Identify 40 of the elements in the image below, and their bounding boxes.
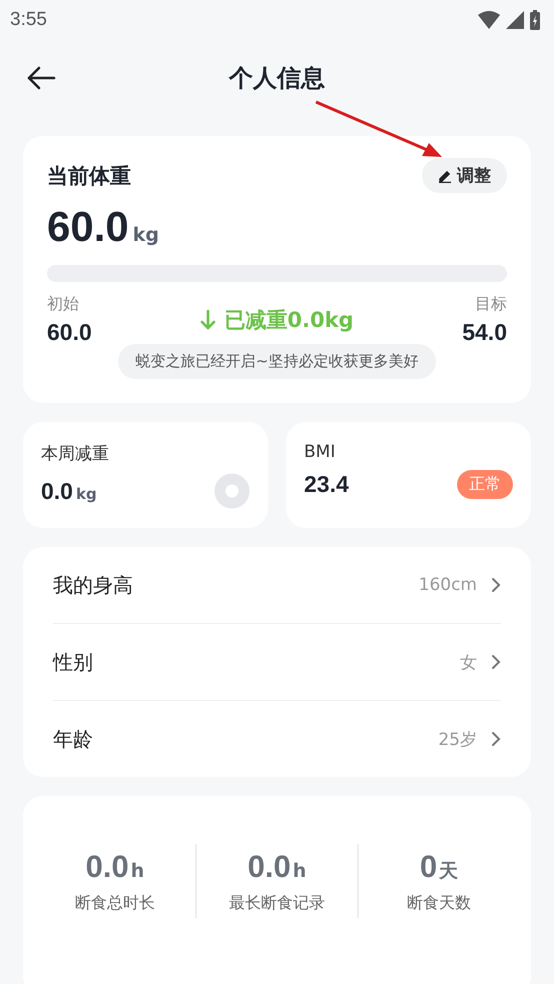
- ring-icon: [214, 473, 250, 509]
- stat-unit: h: [130, 860, 144, 882]
- chevron-right-icon: [491, 654, 501, 670]
- profile-row[interactable]: 年龄 25岁: [53, 701, 501, 777]
- down-arrow-icon: [200, 310, 216, 330]
- wifi-icon: [478, 11, 500, 29]
- target-value: 54.0: [462, 319, 507, 346]
- card-title: BMI: [304, 442, 336, 462]
- stat-value: 0: [420, 848, 438, 884]
- back-arrow-icon[interactable]: [26, 66, 56, 90]
- start-value: 60.0: [47, 319, 92, 346]
- motto-pill: 蜕变之旅已经开启~坚持必定收获更多美好: [118, 344, 436, 379]
- stat-label: 断食天数: [407, 892, 471, 914]
- week-loss-value: 0.0: [41, 478, 73, 504]
- stat-unit: h: [292, 860, 306, 882]
- chevron-right-icon: [491, 577, 501, 593]
- status-time: 3:55: [10, 9, 47, 31]
- target-label: 目标: [474, 294, 507, 315]
- stat-unit: 天: [439, 858, 458, 884]
- signal-icon: [506, 11, 524, 29]
- weight-unit: kg: [132, 224, 159, 246]
- stat-value: 0.0: [248, 848, 291, 884]
- card-title: 本周减重: [41, 443, 110, 465]
- pencil-icon: [438, 168, 452, 182]
- stat-label: 断食总时长: [75, 892, 155, 914]
- page-title: 个人信息: [229, 63, 325, 94]
- bmi-status-badge: 正常: [457, 470, 513, 499]
- battery-icon: [530, 10, 540, 30]
- profile-row[interactable]: 我的身高 160cm: [53, 547, 501, 624]
- stat-label: 最长断食记录: [229, 892, 325, 914]
- week-loss-unit: kg: [76, 484, 97, 502]
- chevron-right-icon: [491, 731, 501, 747]
- weight-value: 60.0: [47, 203, 129, 251]
- start-label: 初始: [47, 294, 80, 315]
- profile-row[interactable]: 性别 女: [53, 624, 501, 701]
- stat-value: 0.0: [86, 848, 129, 884]
- card-title: 当前体重: [47, 162, 131, 190]
- weight-lost-text: 已减重0.0kg: [224, 307, 354, 334]
- bmi-value: 23.4: [304, 471, 349, 498]
- adjust-button[interactable]: 调整: [422, 158, 507, 193]
